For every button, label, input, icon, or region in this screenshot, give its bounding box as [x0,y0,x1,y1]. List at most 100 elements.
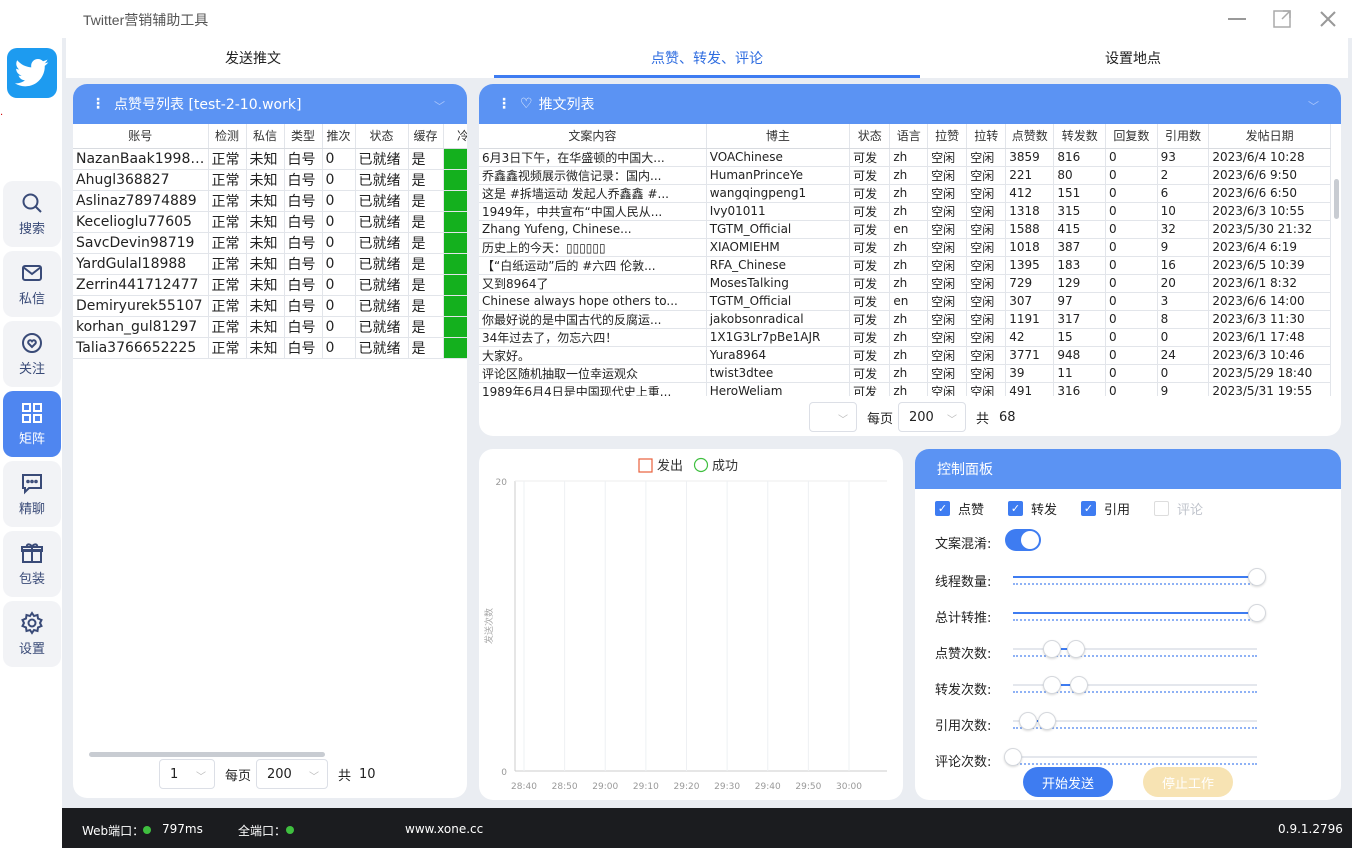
sidebar-item-search[interactable]: 搜索 [3,181,61,247]
column-header[interactable]: 类型 [284,124,323,149]
table-row[interactable]: 又到8964了 MosesTalking 可发 zh 空闲 空闲 729 129 0 20 2023… [479,274,1331,293]
column-header[interactable]: 状态 [355,124,409,149]
table-row[interactable]: Zerrin441712477 正常 未知 白号 0 已就绪是 [73,274,467,296]
column-header[interactable]: 拉赞 [927,124,968,149]
sidebar-item-follow[interactable]: 关注 [3,321,61,387]
horizontal-scrollbar[interactable] [89,752,325,757]
minimize-icon[interactable] [1226,8,1248,30]
vertical-scrollbar[interactable] [1334,179,1339,219]
column-header[interactable]: 文案内容 [479,124,707,149]
table-row[interactable]: SavcDevin98719 正常 未知 白号 0 已就绪是 [73,232,467,254]
column-header[interactable]: 引用数 [1157,124,1210,149]
table-row[interactable]: Demiryurek55107 正常 未知 白号 0 已就绪是 [73,295,467,317]
x-tick-label: 28:50 [552,782,578,792]
table-cell: 空闲 [927,382,968,396]
column-header[interactable]: 推次 [322,124,356,149]
table-row[interactable]: 评论区随机抽取一位幸运观众 twist3dtee 可发 zh 空闲 空闲 39 11 0 0 202… [479,364,1331,383]
tab-send-tweet[interactable]: 发送推文 [66,38,440,78]
slider-knob[interactable] [1069,676,1088,694]
column-header[interactable]: 账号 [73,124,209,149]
slider[interactable] [1013,567,1266,587]
column-header[interactable]: 私信 [246,124,285,149]
table-row[interactable]: Aslinaz78974889 正常 未知 白号 0 已就绪是 [73,190,467,212]
table-row[interactable]: 1989年6月4日是中国现代史上重... HeroWeliam 可发 zh 空闲 空闲 49… [479,382,1331,396]
slider[interactable] [1013,675,1257,695]
chevron-down-icon[interactable]: ﹀ [434,98,445,114]
column-header[interactable]: 回复数 [1105,124,1158,149]
table-row[interactable]: 大家好。 Yura8964 可发 zh 空闲 空闲 3771 948 0 24 2023/6/3 1… [479,346,1331,365]
sidebar-item-package[interactable]: 包装 [3,531,61,597]
slider-knob[interactable] [1004,748,1022,766]
sidebar-item-messages[interactable]: 私信 [3,251,61,317]
tweet-list-header: ⋮ ♡ 推文列表 ﹀ [479,84,1341,124]
table-row[interactable]: 34年过去了，勿忘六四！ 1X1G3Lr7pBe1AJR 可发 zh 空闲 空闲 42 15 0… [479,328,1331,347]
table-row[interactable]: Kecelioglu77605 正常 未知 白号 0 已就绪是 [73,211,467,233]
table-row[interactable]: 乔鑫鑫视频展示微信记录：国内... HumanPrinceYe 可发 zh 空闲 空闲 22… [479,166,1331,185]
per-page-select[interactable]: 200 ﹀ [256,759,329,789]
column-header[interactable]: 发帖日期 [1208,124,1331,149]
table-row[interactable]: Zhang Yufeng, Chinese... TGTM_Official 可发 e… [479,220,1331,239]
close-icon[interactable] [1317,8,1339,30]
slider-knob[interactable] [1043,676,1062,694]
sidebar-item-label: 关注 [18,362,45,377]
slider-knob[interactable] [1018,712,1037,730]
slider[interactable] [1004,747,1257,767]
table-row[interactable]: Chinese always hope others to... TGTM_Off… [479,292,1331,311]
chevron-down-icon[interactable]: ﹀ [1308,98,1319,114]
slider-knob[interactable] [1248,604,1266,622]
table-row[interactable]: 1949年，中共宣布“中国人民从... Ivy01011 可发 zh 空闲 空闲 1318 3… [479,202,1331,221]
table-row[interactable]: 【“白纸运动”后的 #六四 伦敦... RFA_Chinese 可发 zh 空闲 空闲 13… [479,256,1331,275]
table-row[interactable]: korhan_gul81297 正常 未知 白号 0 已就绪是 [73,316,467,338]
table-cell: 34年过去了，勿忘六四！ [479,328,707,347]
slider[interactable] [1013,639,1257,659]
table-row[interactable]: NazanBaak199812 正常 未知 白号 0 已就绪是 [73,148,467,170]
check-retweet-box[interactable]: ✓ [1008,501,1024,516]
page-select[interactable]: ﹀ [809,402,857,432]
table-row[interactable]: Ahugl368827 正常 未知 白号 0 已就绪是 [73,169,467,191]
table-row[interactable]: YardGulal18988 正常 未知 白号 0 已就绪是 [73,253,467,275]
per-page-select[interactable]: 200 ﹀ [898,402,967,432]
legend-sent-label[interactable]: 发出 [657,458,683,474]
stop-work-button[interactable]: 停止工作 [1143,767,1233,797]
legend-sent-swatch[interactable] [638,458,653,473]
slider[interactable] [1013,603,1266,623]
slider[interactable] [1013,711,1257,731]
column-header[interactable]: 状态 [849,124,891,149]
sidebar-item-chat[interactable]: 精聊 [3,461,61,527]
table-cell: 已就绪 [355,232,409,254]
column-header[interactable]: 拉转 [966,124,1007,149]
table-row[interactable]: 6月3日下午，在华盛顿的中国大... VOAChinese 可发 zh 空闲 空闲 3859… [479,148,1331,167]
slider-knob[interactable] [1043,640,1062,658]
table-row[interactable]: 历史上的今天：▯▯▯▯▯▯ XIAOMIEHM 可发 zh 空闲 空闲 1018 387 0 9 2… [479,238,1331,257]
page-select[interactable]: 1 ﹀ [159,759,215,789]
maximize-icon[interactable] [1271,8,1293,30]
table-row[interactable]: 这是 #拆墙运动 发起人乔鑫鑫 #... wangqingpeng1 可发 zh 空闲空… [479,184,1331,203]
slider-knob[interactable] [1248,568,1266,586]
menu-dots-icon[interactable]: ⋮ [497,96,511,112]
column-header[interactable]: 语言 [889,124,929,149]
column-header[interactable]: 点赞数 [1005,124,1055,149]
sidebar-item-matrix[interactable]: 矩阵 [3,391,61,457]
tab-like-retweet-comment[interactable]: 点赞、转发、评论 [494,38,920,78]
column-header[interactable]: 转发数 [1053,124,1107,149]
check-quote-box[interactable]: ✓ [1081,501,1097,516]
check-comment-box[interactable] [1154,501,1170,516]
sidebar-item-settings[interactable]: 设置 [3,601,61,667]
column-header[interactable]: 冷 [443,124,467,149]
slider-label: 总计转推: [935,611,992,626]
table-cell: 正常 [208,232,247,254]
legend-success-swatch[interactable] [693,457,709,473]
table-row[interactable]: Talia3766652225 正常 未知 白号 0 已就绪是 [73,337,467,359]
legend-success-label[interactable]: 成功 [712,459,738,474]
check-like-box[interactable]: ✓ [935,501,950,516]
mix-toggle[interactable] [1005,529,1041,551]
column-header[interactable]: 缓存 [408,124,444,149]
start-send-button[interactable]: 开始发送 [1023,767,1113,797]
site-url[interactable]: www.xone.cc [405,822,483,836]
table-row[interactable]: 你最好说的是中国古代的反腐运... jakobsonradical 可发 zh 空闲 空闲… [479,310,1331,329]
table-cell: 0 [1105,256,1158,275]
tab-set-location[interactable]: 设置地点 [920,38,1346,78]
column-header[interactable]: 博主 [706,124,851,149]
menu-dots-icon[interactable]: ⋮ [91,96,105,112]
column-header[interactable]: 检测 [208,124,247,149]
